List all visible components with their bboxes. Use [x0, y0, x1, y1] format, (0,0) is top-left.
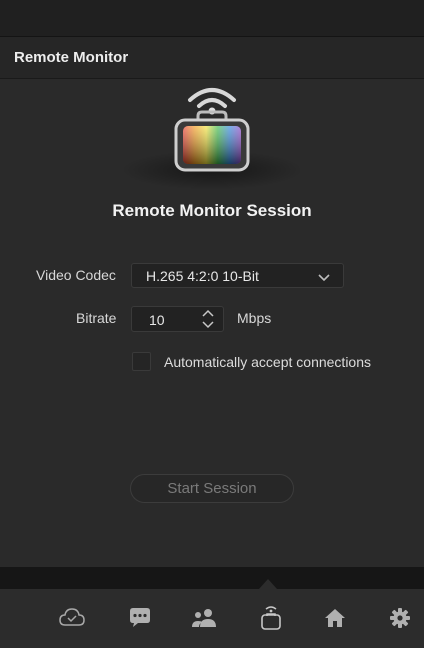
window-top-bar	[0, 0, 424, 37]
tab-indicator-strip	[0, 567, 424, 589]
auto-accept-label[interactable]: Automatically accept connections	[164, 354, 371, 370]
people-icon[interactable]	[190, 605, 218, 631]
chat-bubble-icon[interactable]	[126, 605, 154, 631]
session-title: Remote Monitor Session	[112, 201, 312, 220]
gear-icon[interactable]	[386, 605, 414, 631]
bitrate-label: Bitrate	[76, 310, 117, 326]
cloud-check-icon[interactable]	[58, 605, 86, 631]
start-session-button[interactable]: Start Session	[130, 474, 294, 503]
auto-accept-checkbox[interactable]	[132, 352, 151, 371]
remote-monitor-app-icon	[168, 78, 256, 174]
video-codec-select[interactable]: H.265 4:2:0 10-Bit	[131, 263, 344, 288]
video-codec-label: Video Codec	[36, 267, 116, 283]
chevron-up-icon	[202, 309, 214, 317]
chevron-down-icon	[202, 321, 214, 329]
chevron-down-icon	[317, 270, 331, 282]
bitrate-stepper[interactable]	[197, 306, 219, 332]
home-icon[interactable]	[321, 605, 349, 631]
panel-header: Remote Monitor	[0, 37, 424, 79]
active-tab-notch	[259, 579, 277, 589]
panel-title: Remote Monitor	[14, 49, 129, 66]
bitrate-unit: Mbps	[237, 310, 272, 326]
remote-monitor-tab-icon[interactable]	[257, 605, 285, 631]
bitrate-value: 10	[149, 312, 165, 328]
bottom-tab-bar	[0, 589, 424, 648]
video-codec-value: H.265 4:2:0 10-Bit	[146, 268, 259, 284]
